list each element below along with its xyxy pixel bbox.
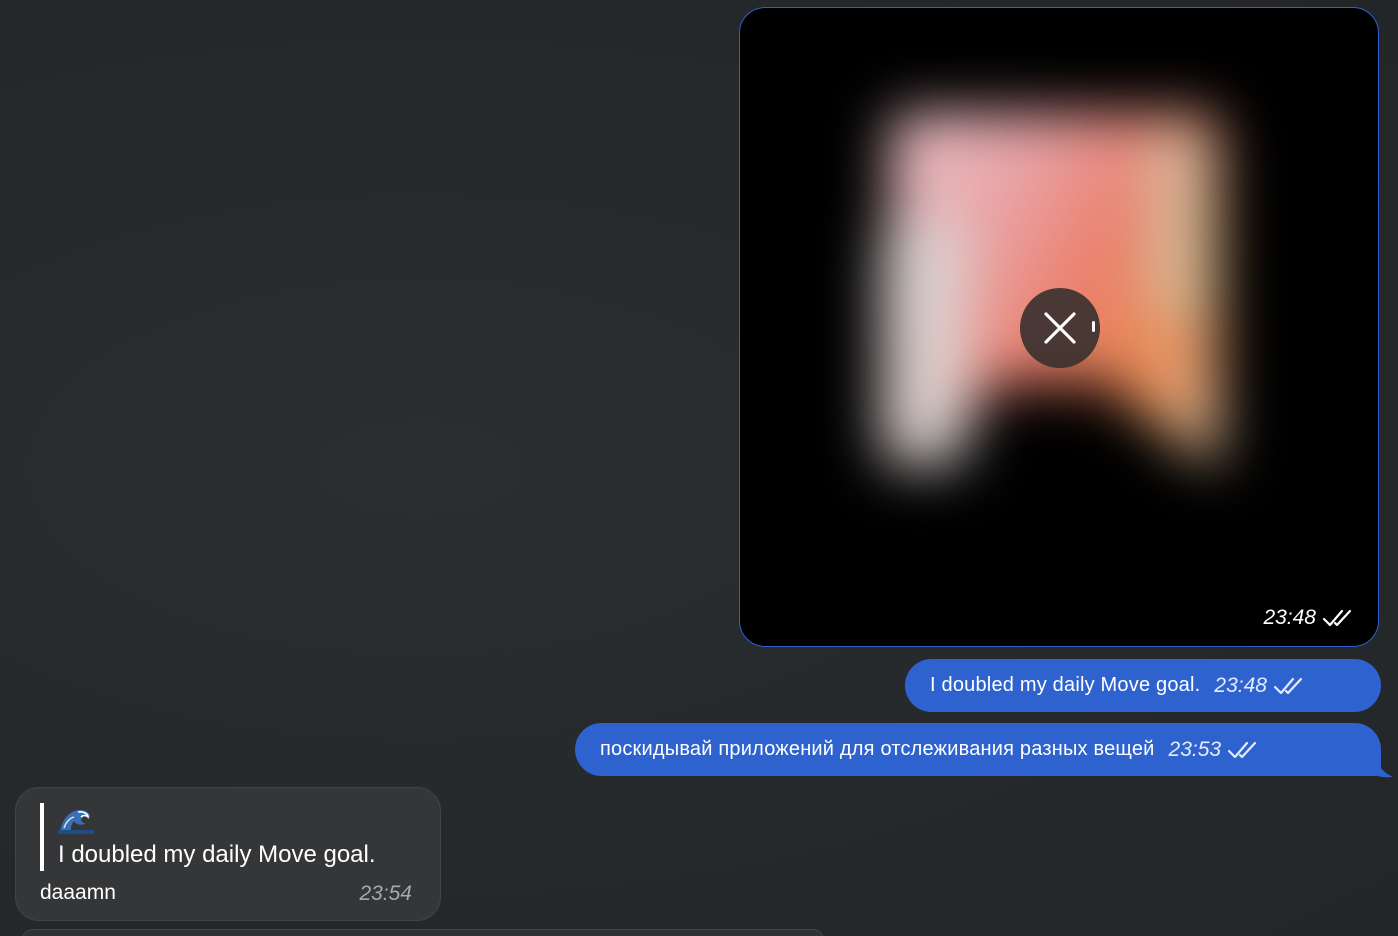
reply-text: I doubled my daily Move goal. xyxy=(58,841,376,868)
reply-quote[interactable]: I doubled my daily Move goal. xyxy=(40,803,420,871)
double-check-icon xyxy=(1228,741,1257,758)
photo-message[interactable]: 23:48 xyxy=(739,7,1379,647)
cancel-upload-button[interactable] xyxy=(1020,288,1100,368)
message-time: 23:48 xyxy=(1214,673,1267,697)
message-text: поскидывай приложений для отслеживания р… xyxy=(600,738,1155,760)
incoming-message[interactable]: I doubled my daily Move goal. daaamn 23:… xyxy=(15,787,441,921)
double-check-icon xyxy=(1322,609,1352,627)
close-icon xyxy=(1044,312,1076,344)
upload-progress-indicator xyxy=(1092,321,1095,332)
double-check-icon xyxy=(1273,677,1303,694)
message-time: 23:53 xyxy=(1168,737,1222,761)
message-meta: 23:48 xyxy=(1214,674,1305,698)
next-message-edge xyxy=(22,929,824,936)
message-text: I doubled my daily Move goal. xyxy=(930,674,1201,696)
outgoing-message[interactable]: I doubled my daily Move goal. 23:48 xyxy=(905,659,1381,712)
message-time: 23:54 xyxy=(359,882,412,905)
message-text: daaamn xyxy=(40,881,116,904)
wave-emoji-icon xyxy=(58,809,94,834)
chat-area: 23:48 I doubled my daily Move goal. 23:4… xyxy=(0,0,1398,936)
outgoing-message[interactable]: поскидывай приложений для отслеживания р… xyxy=(575,723,1381,776)
message-meta: 23:53 xyxy=(1169,738,1260,762)
bubble-tail xyxy=(1366,752,1393,778)
photo-meta: 23:48 xyxy=(1263,606,1354,630)
photo-time: 23:48 xyxy=(1263,606,1316,629)
